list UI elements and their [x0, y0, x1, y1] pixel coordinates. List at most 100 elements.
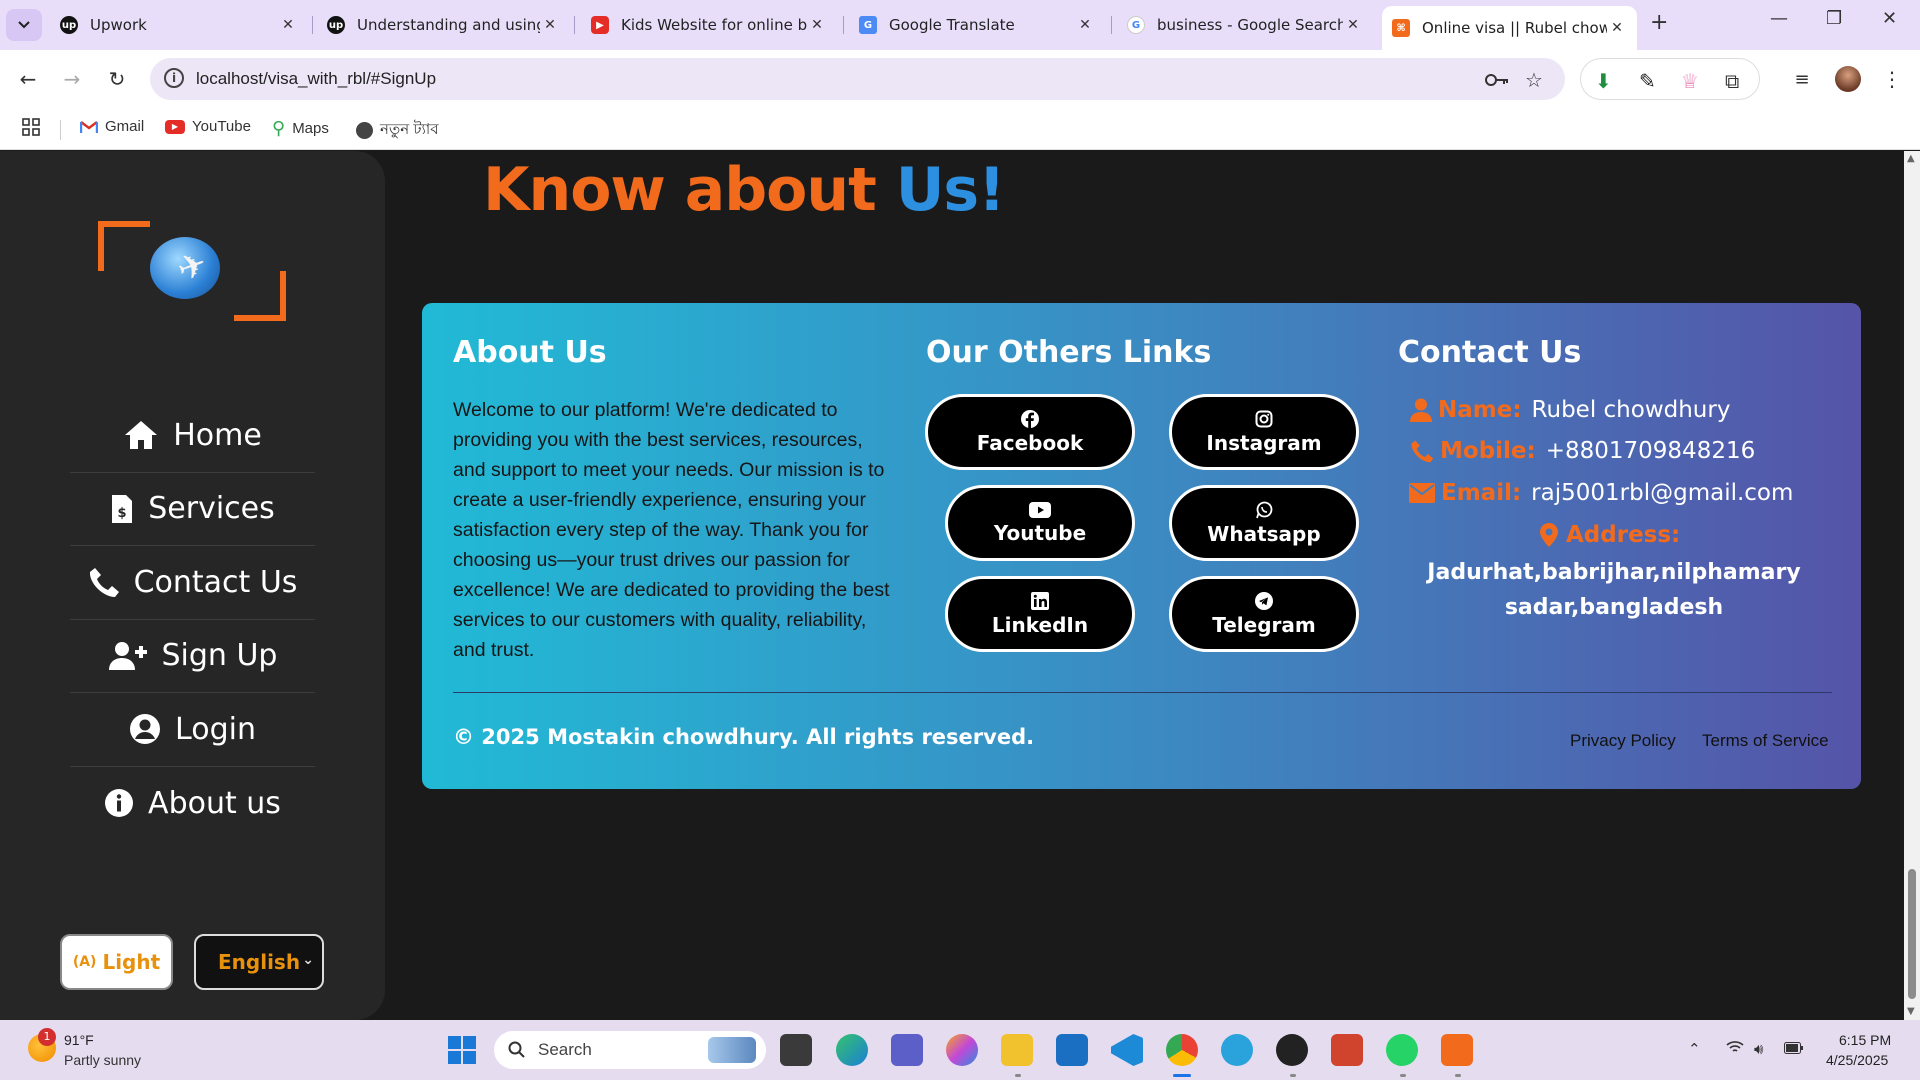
facebook-link[interactable]: Facebook [925, 394, 1135, 470]
battery-icon[interactable] [1784, 1040, 1804, 1058]
teams-icon[interactable] [891, 1034, 923, 1066]
globe-icon [356, 122, 373, 139]
telegram-link[interactable]: Telegram [1169, 576, 1359, 652]
restore-icon[interactable]: ❐ [1826, 8, 1842, 29]
xampp-icon[interactable] [1441, 1034, 1473, 1066]
privacy-policy-link[interactable]: Privacy Policy [1570, 731, 1676, 751]
close-tab-icon[interactable]: ✕ [278, 17, 298, 33]
copyright-text: © 2025 Mostakin chowdhury. All rights re… [453, 725, 1035, 749]
footer-divider [453, 692, 1832, 693]
terms-of-service-link[interactable]: Terms of Service [1702, 731, 1829, 751]
close-tab-icon[interactable]: ✕ [1607, 20, 1627, 36]
apps-grid-icon[interactable] [22, 118, 40, 136]
task-view-icon[interactable] [780, 1034, 812, 1066]
linkedin-link[interactable]: LinkedIn [945, 576, 1135, 652]
scroll-down-icon[interactable]: ▼ [1907, 1006, 1915, 1017]
chatgpt-icon[interactable] [1276, 1034, 1308, 1066]
sidebar-item-signup[interactable]: Sign Up [70, 620, 315, 693]
windows-start-icon[interactable] [446, 1034, 478, 1066]
tab-understanding[interactable]: up Understanding and using C ✕ [317, 6, 570, 44]
sidebar-item-login[interactable]: Login [70, 693, 315, 767]
tray-chevron-up-icon[interactable]: ⌃ [1688, 1040, 1701, 1058]
menu-kebab-icon[interactable]: ⋮ [1876, 63, 1908, 95]
language-select[interactable]: English ⌄ [194, 934, 324, 990]
youtube-link[interactable]: Youtube [945, 485, 1135, 561]
edge-icon[interactable] [836, 1034, 868, 1066]
sidebar-item-services[interactable]: $ Services [70, 473, 315, 546]
site-logo[interactable]: ✈ [98, 221, 286, 321]
tab-search-button[interactable] [6, 9, 42, 41]
clock-time[interactable]: 6:15 PM [1839, 1032, 1891, 1048]
office-icon[interactable] [1331, 1034, 1363, 1066]
close-tab-icon[interactable]: ✕ [807, 17, 827, 33]
sidebar-item-home[interactable]: Home [70, 399, 315, 473]
clock-date[interactable]: 4/25/2025 [1826, 1052, 1888, 1068]
bookmark-maps[interactable]: ⚲ Maps [272, 118, 329, 139]
tab-upwork[interactable]: up Upwork ✕ [50, 6, 308, 44]
copilot-icon[interactable] [946, 1034, 978, 1066]
download-icon[interactable]: ⬇ [1595, 69, 1612, 93]
sidebar-item-about[interactable]: About us [70, 767, 315, 841]
tab-separator [574, 16, 575, 34]
whatsapp-link[interactable]: Whatsapp [1169, 485, 1359, 561]
contact-name: Name: Rubel chowdhury [1410, 397, 1730, 423]
wifi-icon[interactable] [1726, 1040, 1744, 1058]
url-text[interactable]: localhost/visa_with_rbl/#SignUp [196, 69, 436, 89]
scroll-thumb[interactable] [1908, 869, 1916, 999]
weather-temp[interactable]: 91°F [64, 1032, 94, 1048]
media-control-icon[interactable]: ≡ [1786, 63, 1818, 95]
forward-icon[interactable]: → [56, 63, 88, 95]
contact-mobile: Mobile: +8801709848216 [1410, 438, 1755, 464]
page-scrollbar[interactable]: ▲ ▼ [1904, 151, 1920, 1020]
vscode-icon[interactable] [1111, 1034, 1143, 1066]
eyedropper-icon[interactable]: ✎ [1639, 69, 1656, 93]
back-icon[interactable]: ← [12, 63, 44, 95]
close-tab-icon[interactable]: ✕ [540, 17, 560, 33]
logo-corner [234, 271, 286, 321]
bookmark-youtube[interactable]: ▶ YouTube [165, 118, 251, 135]
new-tab-button[interactable]: + [1650, 10, 1668, 35]
taskbar-search[interactable]: Search [494, 1031, 766, 1069]
site-info-icon[interactable]: i [164, 68, 184, 88]
close-tab-icon[interactable]: ✕ [1343, 17, 1363, 33]
tab-online-visa[interactable]: ⌘ Online visa || Rubel chowdl ✕ [1382, 6, 1637, 50]
minimize-icon[interactable]: — [1770, 8, 1788, 29]
weather-desc[interactable]: Partly sunny [64, 1052, 141, 1068]
tab-google-search[interactable]: G business - Google Search ✕ [1117, 6, 1373, 44]
reload-icon[interactable]: ↻ [101, 63, 133, 95]
extension-crown-icon[interactable]: ♕ [1681, 69, 1699, 93]
bookmark-gmail[interactable]: Gmail [80, 118, 144, 135]
file-explorer-icon[interactable] [1001, 1034, 1033, 1066]
linkedin-icon [1031, 591, 1049, 610]
bookmark-star-icon[interactable]: ☆ [1525, 68, 1543, 92]
about-text: Welcome to our platform! We're dedicated… [453, 399, 890, 661]
sidebar-item-contact[interactable]: Contact Us [70, 546, 315, 620]
password-key-icon[interactable] [1485, 68, 1509, 92]
tab-separator [312, 16, 313, 34]
whatsapp-icon[interactable] [1386, 1034, 1418, 1066]
microsoft-store-icon[interactable] [1056, 1034, 1088, 1066]
maps-icon: ⚲ [272, 118, 286, 138]
tab-google-translate[interactable]: G Google Translate ✕ [849, 6, 1105, 44]
puzzle-icon[interactable]: ⧉ [1725, 69, 1739, 93]
instagram-link[interactable]: Instagram [1169, 394, 1359, 470]
running-indicator [1015, 1074, 1021, 1077]
theme-toggle-button[interactable]: (A) Light [60, 934, 173, 990]
upwork-icon: up [60, 16, 78, 34]
address-bar[interactable]: i localhost/visa_with_rbl/#SignUp ☆ [150, 58, 1565, 100]
google-translate-icon: G [859, 16, 877, 34]
instagram-icon [1255, 410, 1273, 428]
scroll-up-icon[interactable]: ▲ [1907, 153, 1915, 164]
telegram-icon[interactable] [1221, 1034, 1253, 1066]
bookmark-new-tab[interactable]: নতুন ট্যাব [356, 118, 439, 143]
sidebar: ✈ Home $ Services Contact Us Sign Up Log… [0, 151, 385, 1020]
phone-icon [88, 566, 120, 598]
close-tab-icon[interactable]: ✕ [1075, 17, 1095, 33]
phone-icon [1410, 439, 1434, 463]
invoice-icon: $ [110, 493, 134, 525]
profile-avatar[interactable] [1832, 63, 1864, 95]
close-window-icon[interactable]: ✕ [1882, 8, 1897, 29]
tab-kids-website[interactable]: ▶ Kids Website for online bu ✕ [581, 6, 837, 44]
chrome-icon[interactable] [1166, 1034, 1198, 1066]
volume-icon[interactable]: 🔊︎ [1754, 1040, 1763, 1058]
